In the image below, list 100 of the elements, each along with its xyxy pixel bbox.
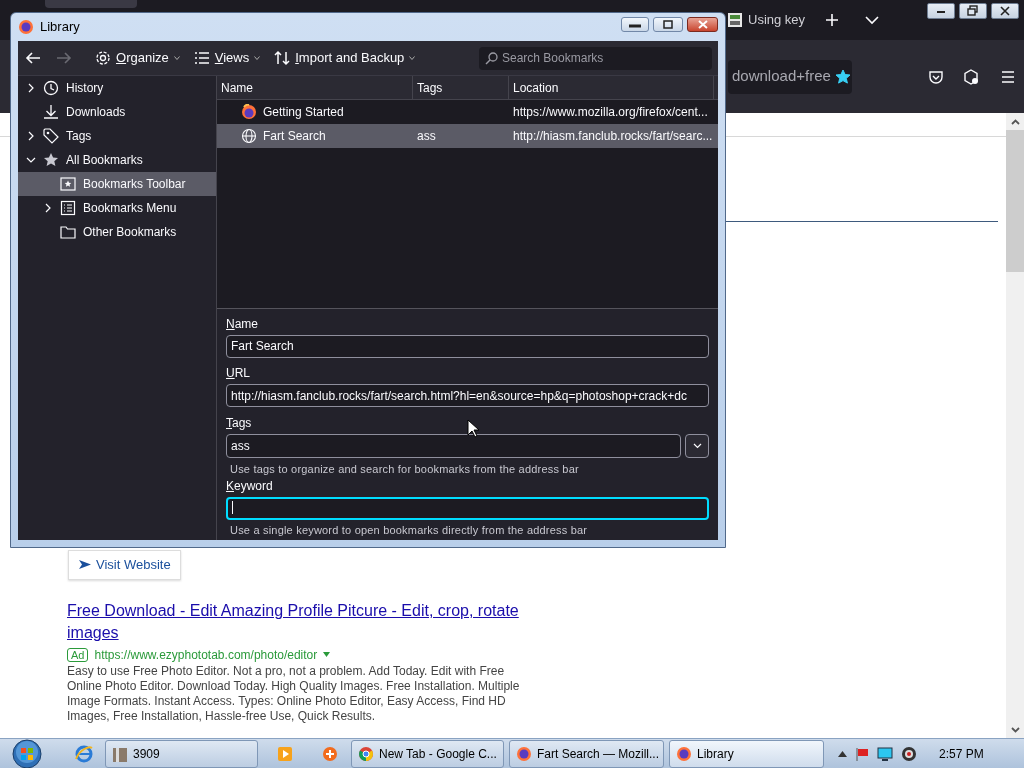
scroll-thumb[interactable]	[1006, 130, 1024, 272]
scroll-up-icon[interactable]	[1010, 118, 1020, 125]
window-title: Library	[40, 18, 80, 37]
app-icon[interactable]	[321, 744, 339, 763]
taskbar-button[interactable]: Fart Search — Mozill...	[509, 739, 664, 768]
input-field[interactable]: Fart Search	[226, 335, 709, 358]
input-field[interactable]	[226, 496, 709, 520]
sidebar-item[interactable]: All Bookmarks	[18, 148, 216, 172]
ad-label: Ad	[67, 647, 89, 662]
collapse-icon[interactable]	[26, 155, 36, 165]
close-icon	[998, 5, 1013, 17]
sort-arrows-icon	[274, 50, 291, 66]
dropdown-button[interactable]	[685, 433, 709, 458]
page-icon	[727, 12, 743, 28]
field-label: Name	[226, 317, 258, 332]
clock-icon	[43, 80, 59, 96]
toolbar-menu-button[interactable]: Import and Backup	[269, 45, 421, 71]
chevron-icon	[692, 442, 702, 449]
globe-icon	[358, 745, 374, 762]
field-label: Keyword	[226, 478, 273, 494]
sidebar-item[interactable]: Bookmarks Toolbar	[18, 172, 216, 196]
sidebar-item[interactable]: Other Bookmarks	[18, 220, 216, 244]
expand-icon[interactable]	[26, 83, 36, 93]
address-text: download+free	[732, 66, 831, 87]
taskbar-button[interactable]: 3909	[105, 739, 258, 768]
bookmark-name: Fart Search	[263, 128, 326, 145]
column-header[interactable]: Tags	[413, 76, 509, 99]
taskbar-button[interactable]: New Tab - Google C...	[351, 739, 504, 768]
pocket-icon[interactable]	[928, 68, 944, 85]
dropdown-caret-icon[interactable]	[323, 652, 331, 657]
show-hidden-icons-icon[interactable]	[838, 750, 847, 757]
firefox-icon	[18, 19, 34, 35]
hint-text: Use tags to organize and search for bookmarks from the address bar	[229, 461, 580, 476]
input-field[interactable]: http://hiasm.fanclub.rocks/fart/search.html?hl=en&source=hp&q=photoshop+crack+dc	[226, 384, 709, 408]
sidebar-item[interactable]: Bookmarks Menu	[18, 196, 216, 220]
extension-icon[interactable]	[963, 68, 979, 85]
arrow-icon	[78, 559, 91, 571]
list-icon	[60, 200, 76, 216]
monitor-icon[interactable]	[877, 746, 893, 761]
column-header[interactable]: Name	[217, 76, 413, 99]
bookmark-row[interactable]: Fart Search ass http://hiasm.fanclub.rocks/fart/searc...	[217, 124, 718, 148]
url-text: https://www.mozilla.org/firefox/cent...	[513, 104, 708, 121]
maximize-button[interactable]	[653, 16, 683, 32]
browser-tab[interactable]: Using key	[727, 10, 806, 30]
forward-icon[interactable]	[56, 50, 72, 66]
mouse-cursor-icon	[467, 419, 479, 438]
search-field[interactable]: Search Bookmarks	[479, 46, 712, 70]
input-field[interactable]: ass	[226, 433, 681, 458]
star-icon[interactable]	[834, 68, 851, 85]
result-url[interactable]: https://www.ezyphototab.com/photo/editor	[94, 645, 318, 664]
caret-icon	[254, 56, 261, 60]
sidebar-item[interactable]: History	[18, 76, 216, 100]
browser-icon[interactable]	[75, 744, 93, 763]
close-button[interactable]	[991, 3, 1020, 19]
field-label: Tags	[226, 415, 252, 431]
flag-icon[interactable]	[855, 746, 869, 761]
expand-icon[interactable]	[26, 131, 36, 141]
toolbar-menu-button[interactable]: Organize	[90, 45, 185, 71]
tag-icon	[43, 128, 59, 144]
address-bar[interactable]: download+free	[728, 59, 852, 94]
download-icon	[43, 104, 59, 120]
expand-icon[interactable]	[43, 203, 53, 213]
bookmark-name: Getting Started	[263, 104, 344, 121]
sidebar-item[interactable]: Downloads	[18, 100, 216, 124]
column-header[interactable]: Location	[509, 76, 714, 99]
globe-icon	[241, 128, 257, 144]
visit-website-button[interactable]: Visit Website	[68, 550, 181, 580]
maximize-icon	[661, 18, 675, 30]
url-text: http://hiasm.fanclub.rocks/fart/searc...	[513, 128, 713, 145]
menu-icon[interactable]	[1000, 68, 1016, 85]
field-label: URL	[226, 366, 250, 382]
starred-panel-icon	[60, 176, 76, 192]
sidebar-item[interactable]: Tags	[18, 124, 216, 148]
firefox-icon	[241, 104, 257, 120]
close-button[interactable]	[687, 16, 718, 32]
restore-button[interactable]	[959, 3, 988, 19]
toolbar-menu-button[interactable]: Views	[188, 45, 266, 71]
star-icon	[43, 152, 59, 168]
bookmark-row[interactable]: Getting Started https://www.mozilla.org/firefox/cent...	[217, 100, 718, 124]
clock[interactable]: 2:57 PM	[939, 744, 984, 763]
speaker-icon[interactable]	[901, 745, 917, 762]
new-tab-icon[interactable]	[825, 13, 840, 27]
minimize-button[interactable]	[621, 16, 649, 32]
tab-list-icon[interactable]	[865, 15, 880, 25]
caret-icon	[173, 56, 180, 60]
back-icon[interactable]	[25, 50, 41, 66]
result-description: Easy to use Free Photo Editor. Not a pro, not a problem. Add Today. Edit with Free Online Photo Editor. Download Today. High Quality Images. Free Installation. Multiple Image Formats. Instant Access. Types: Online Photo Editor, Easy Access, Find HD Images, Free Installation, Hassle-free Use, Quick Results.	[67, 663, 521, 724]
firefox-icon	[516, 745, 532, 762]
gear-icon	[95, 50, 111, 66]
caret-icon	[409, 56, 416, 60]
firefox-icon	[676, 745, 692, 762]
result-title-link[interactable]: Free Download - Edit Amazing Profile Pitcure - Edit, crop, rotate images	[67, 599, 537, 644]
tag-text: ass	[417, 128, 436, 145]
minimize-button[interactable]	[927, 3, 956, 19]
list-icon	[193, 50, 210, 66]
scrollbar[interactable]	[1006, 113, 1024, 738]
restore-icon	[966, 5, 981, 17]
hint-text: Use a single keyword to open bookmarks directly from the address bar	[229, 523, 589, 537]
scroll-down-icon[interactable]	[1010, 726, 1020, 733]
taskbar-button[interactable]: Library	[669, 739, 824, 768]
